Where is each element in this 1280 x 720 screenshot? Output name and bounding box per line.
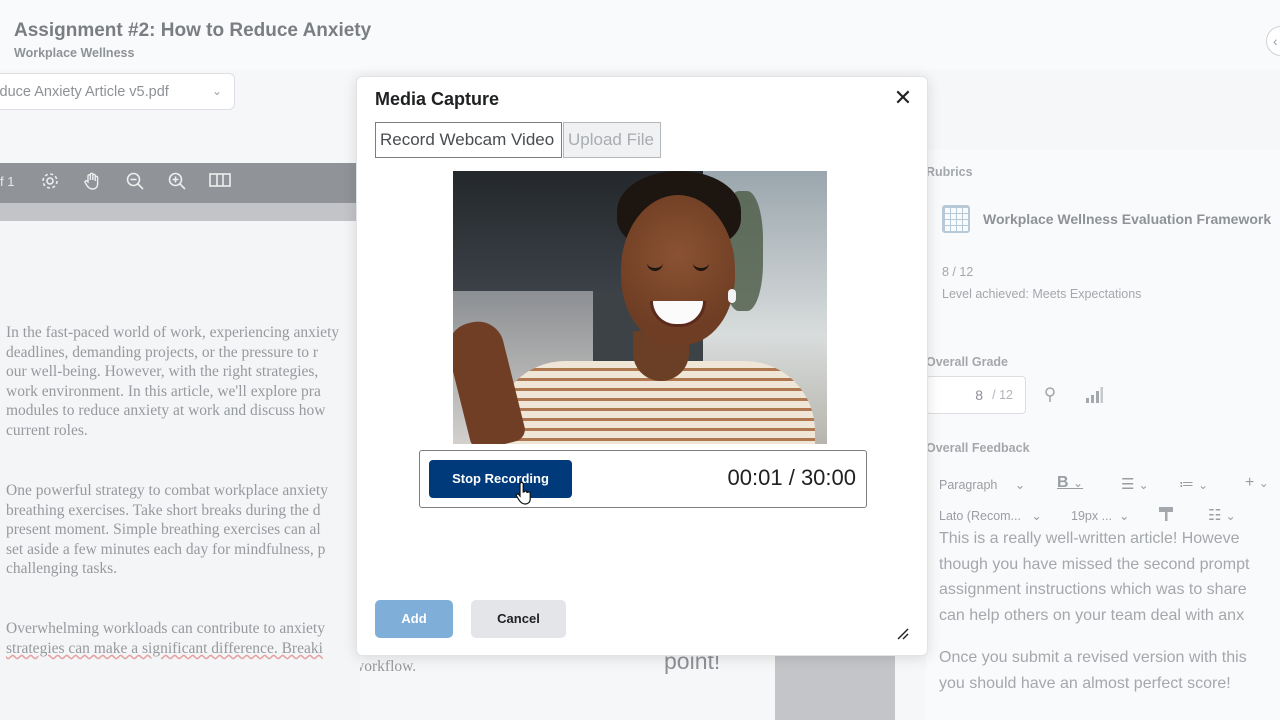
page-indicator: f 1 xyxy=(0,174,15,189)
chevron-down-icon: ⌄ xyxy=(211,84,222,98)
zoom-in-icon[interactable] xyxy=(165,171,189,195)
page-header: Assignment #2: How to Reduce Anxiety Wor… xyxy=(0,0,1280,70)
gear-icon[interactable] xyxy=(38,171,62,195)
doc-paragraph-1: In the fast-paced world of work, experie… xyxy=(6,324,340,439)
rubric-level: Level achieved: Meets Expectations xyxy=(942,287,1142,301)
file-select[interactable]: Reduce Anxiety Article v5.pdf ⌄ xyxy=(0,73,235,110)
feedback-paragraph-1[interactable]: This is a really well-written article! H… xyxy=(939,526,1280,628)
page-subtitle: Workplace Wellness xyxy=(14,46,135,60)
bold-label: B xyxy=(1057,474,1069,491)
recording-timer: 00:01 / 30:00 xyxy=(727,465,856,490)
doc-paragraph-3-line-2: strategies can make a significant differ… xyxy=(6,640,323,657)
paragraph-style-select[interactable]: Paragraph ⌄ xyxy=(939,477,1025,492)
zoom-out-icon[interactable] xyxy=(123,171,147,195)
grade-input[interactable]: 8 / 12 xyxy=(926,376,1026,414)
feedback-paragraph-2[interactable]: Once you submit a revised version with t… xyxy=(939,645,1280,696)
doc-paragraph-3-line-1: Overwhelming workloads can contribute to… xyxy=(6,620,325,637)
insert-button[interactable]: + ⌄ xyxy=(1245,474,1269,492)
font-family-value: Lato (Recom... xyxy=(939,509,1021,523)
dialog-title: Media Capture xyxy=(375,89,500,109)
rubric-grid-icon xyxy=(942,205,970,233)
grade-total: / 12 xyxy=(992,388,1013,402)
pointer-cursor-icon xyxy=(515,481,533,506)
resize-handle-icon[interactable] xyxy=(897,627,909,640)
viewer-toolbar-shadow xyxy=(0,203,360,221)
document-viewer: In the fast-paced world of work, experie… xyxy=(0,221,360,720)
recording-controls: Stop Recording 00:01 / 30:00 xyxy=(419,450,867,508)
add-button[interactable]: Add xyxy=(375,600,453,638)
insert-label: + xyxy=(1245,474,1255,491)
tab-upload-file[interactable]: Upload File xyxy=(563,122,661,158)
grade-value: 8 xyxy=(975,387,983,403)
document-edge xyxy=(775,656,895,720)
font-family-select[interactable]: Lato (Recom... ⌄ xyxy=(939,508,1042,523)
list-icon[interactable]: ≔ ⌄ xyxy=(1179,475,1208,493)
align-icon[interactable]: ☰ ⌄ xyxy=(1121,475,1149,493)
cancel-button[interactable]: Cancel xyxy=(471,600,566,638)
columns-icon[interactable] xyxy=(208,171,232,195)
close-icon[interactable]: ✕ xyxy=(891,87,915,111)
hand-icon[interactable] xyxy=(80,171,104,195)
stats-icon[interactable] xyxy=(1085,386,1103,409)
paragraph-style-value: Paragraph xyxy=(939,478,998,492)
overall-feedback-label: Overall Feedback xyxy=(926,441,1030,455)
format-painter-icon[interactable] xyxy=(1157,505,1175,528)
file-select-value: Reduce Anxiety Article v5.pdf xyxy=(0,84,169,100)
chevron-left-icon[interactable]: ‹ xyxy=(1266,26,1280,56)
bold-button[interactable]: B ⌄ xyxy=(1057,474,1083,492)
rubric-score: 8 / 12 xyxy=(942,265,974,279)
pin-icon[interactable] xyxy=(1043,386,1057,409)
media-capture-dialog: Media Capture ✕ Record Webcam Video Uplo… xyxy=(356,76,928,656)
rubric-name[interactable]: Workplace Wellness Evaluation Framework xyxy=(983,211,1271,227)
page-title: Assignment #2: How to Reduce Anxiety xyxy=(14,20,372,41)
more-options-icon[interactable]: ☷ ⌄ xyxy=(1208,506,1236,524)
grading-panel xyxy=(926,150,1280,720)
font-size-value: 19px ... xyxy=(1071,509,1112,523)
webcam-preview xyxy=(453,171,827,444)
stop-recording-button[interactable]: Stop Recording xyxy=(429,460,572,498)
tab-record-webcam-video[interactable]: Record Webcam Video xyxy=(375,122,562,158)
rubrics-label: Rubrics xyxy=(926,165,973,179)
font-size-select[interactable]: 19px ... ⌄ xyxy=(1071,508,1129,523)
overall-grade-label: Overall Grade xyxy=(926,355,1008,369)
doc-paragraph-2: One powerful strategy to combat workplac… xyxy=(6,482,328,577)
viewer-toolbar: f 1 xyxy=(0,163,360,203)
